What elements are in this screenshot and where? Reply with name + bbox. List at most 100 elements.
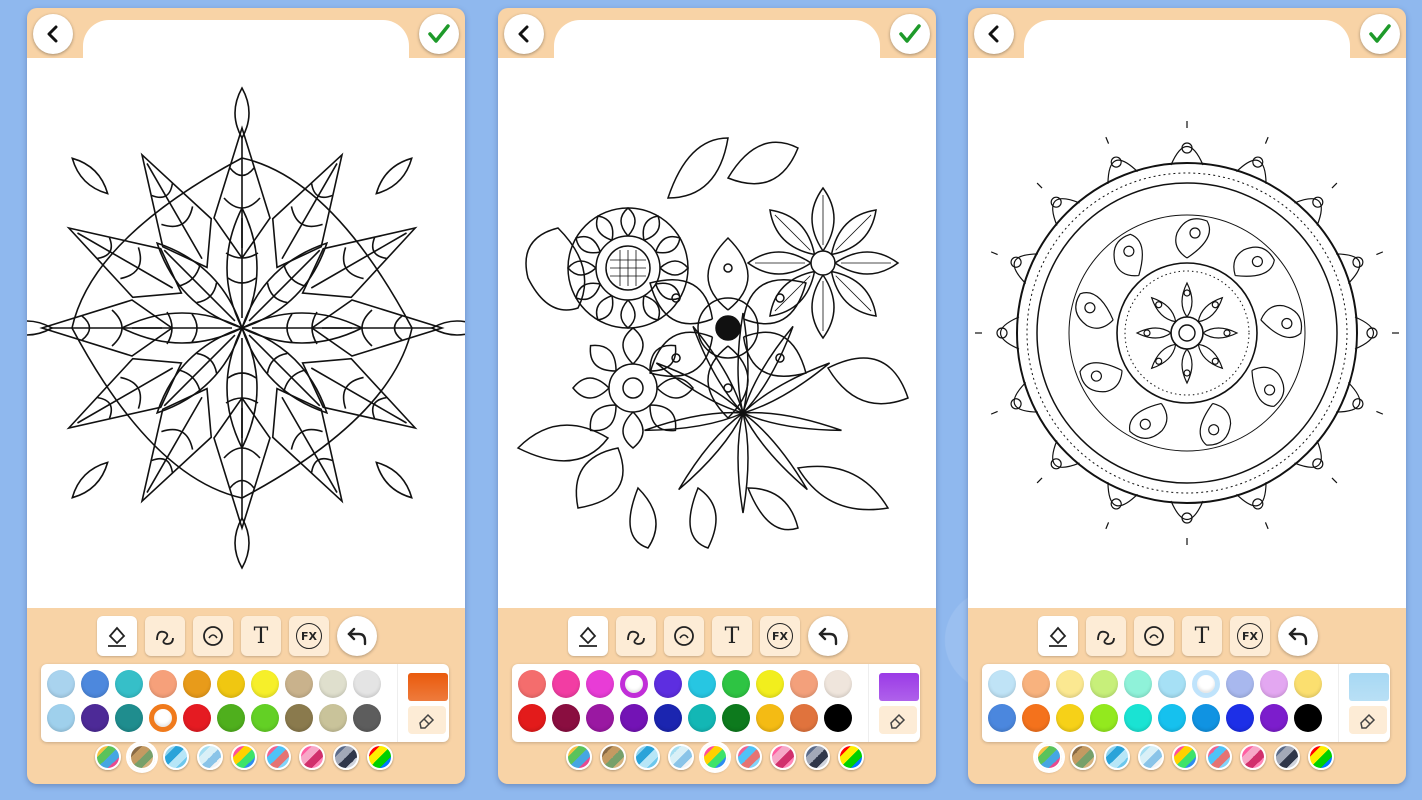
- color-swatch[interactable]: [1294, 670, 1322, 698]
- palette-tab[interactable]: [600, 744, 626, 770]
- palette-tab[interactable]: [1138, 744, 1164, 770]
- color-swatch[interactable]: [1124, 704, 1152, 732]
- color-swatch[interactable]: [1056, 704, 1084, 732]
- color-swatch[interactable]: [1192, 704, 1220, 732]
- color-swatch[interactable]: [756, 670, 784, 698]
- color-swatch[interactable]: [654, 704, 682, 732]
- color-swatch[interactable]: [149, 670, 177, 698]
- color-swatch[interactable]: [115, 670, 143, 698]
- back-button[interactable]: [504, 14, 544, 54]
- color-swatch[interactable]: [47, 670, 75, 698]
- color-swatch[interactable]: [722, 670, 750, 698]
- text-tool-button[interactable]: T: [712, 616, 752, 656]
- palette-tab[interactable]: [804, 744, 830, 770]
- color-swatch[interactable]: [149, 704, 177, 732]
- palette-tab[interactable]: [566, 744, 592, 770]
- flower-bouquet-artwork[interactable]: [498, 68, 936, 588]
- palette-tab[interactable]: [838, 744, 864, 770]
- color-swatch[interactable]: [988, 670, 1016, 698]
- fill-tool-button[interactable]: [1038, 616, 1078, 656]
- done-button[interactable]: [890, 14, 930, 54]
- text-tool-button[interactable]: T: [1182, 616, 1222, 656]
- color-swatch[interactable]: [824, 704, 852, 732]
- color-swatch[interactable]: [251, 704, 279, 732]
- color-swatch[interactable]: [552, 704, 580, 732]
- color-swatch[interactable]: [47, 704, 75, 732]
- palette-tab[interactable]: [197, 744, 223, 770]
- color-swatch[interactable]: [586, 704, 614, 732]
- eraser-button[interactable]: [879, 706, 917, 734]
- color-swatch[interactable]: [586, 670, 614, 698]
- color-swatch[interactable]: [319, 704, 347, 732]
- color-swatch[interactable]: [654, 670, 682, 698]
- undo-button[interactable]: [808, 616, 848, 656]
- fx-tool-button[interactable]: FX: [1230, 616, 1270, 656]
- color-swatch[interactable]: [251, 670, 279, 698]
- undo-button[interactable]: [337, 616, 377, 656]
- palette-tab[interactable]: [702, 744, 728, 770]
- color-swatch[interactable]: [1090, 670, 1118, 698]
- brush-tool-button[interactable]: [616, 616, 656, 656]
- color-swatch[interactable]: [217, 704, 245, 732]
- color-swatch[interactable]: [217, 670, 245, 698]
- color-swatch[interactable]: [1226, 670, 1254, 698]
- color-swatch[interactable]: [1260, 704, 1288, 732]
- mandala-round-artwork[interactable]: [968, 68, 1406, 588]
- sticker-tool-button[interactable]: [193, 616, 233, 656]
- color-swatch[interactable]: [115, 704, 143, 732]
- color-swatch[interactable]: [518, 704, 546, 732]
- palette-tab[interactable]: [231, 744, 257, 770]
- palette-tab[interactable]: [1172, 744, 1198, 770]
- back-button[interactable]: [33, 14, 73, 54]
- color-swatch[interactable]: [1022, 670, 1050, 698]
- color-swatch[interactable]: [790, 704, 818, 732]
- palette-tab[interactable]: [736, 744, 762, 770]
- color-swatch[interactable]: [1294, 704, 1322, 732]
- color-swatch[interactable]: [1124, 670, 1152, 698]
- color-swatch[interactable]: [518, 670, 546, 698]
- text-tool-button[interactable]: T: [241, 616, 281, 656]
- color-swatch[interactable]: [183, 670, 211, 698]
- palette-tab[interactable]: [634, 744, 660, 770]
- palette-tab[interactable]: [129, 744, 155, 770]
- fill-tool-button[interactable]: [97, 616, 137, 656]
- color-swatch[interactable]: [285, 670, 313, 698]
- color-swatch[interactable]: [1090, 704, 1118, 732]
- color-swatch[interactable]: [1022, 704, 1050, 732]
- palette-tab[interactable]: [1240, 744, 1266, 770]
- color-swatch[interactable]: [1056, 670, 1084, 698]
- color-swatch[interactable]: [620, 704, 648, 732]
- color-swatch[interactable]: [1158, 670, 1186, 698]
- color-swatch[interactable]: [722, 704, 750, 732]
- palette-tab[interactable]: [333, 744, 359, 770]
- color-swatch[interactable]: [353, 704, 381, 732]
- done-button[interactable]: [1360, 14, 1400, 54]
- color-swatch[interactable]: [688, 670, 716, 698]
- palette-tab[interactable]: [265, 744, 291, 770]
- color-swatch[interactable]: [81, 670, 109, 698]
- color-swatch[interactable]: [353, 670, 381, 698]
- color-swatch[interactable]: [285, 704, 313, 732]
- palette-tab[interactable]: [163, 744, 189, 770]
- color-swatch[interactable]: [620, 670, 648, 698]
- eraser-button[interactable]: [408, 706, 446, 734]
- fx-tool-button[interactable]: FX: [289, 616, 329, 656]
- palette-tab[interactable]: [770, 744, 796, 770]
- palette-tab[interactable]: [1104, 744, 1130, 770]
- color-swatch[interactable]: [824, 670, 852, 698]
- brush-tool-button[interactable]: [145, 616, 185, 656]
- palette-tab[interactable]: [1274, 744, 1300, 770]
- palette-tab[interactable]: [668, 744, 694, 770]
- palette-tab[interactable]: [367, 744, 393, 770]
- undo-button[interactable]: [1278, 616, 1318, 656]
- fill-tool-button[interactable]: [568, 616, 608, 656]
- color-swatch[interactable]: [1158, 704, 1186, 732]
- color-swatch[interactable]: [1226, 704, 1254, 732]
- sticker-tool-button[interactable]: [1134, 616, 1174, 656]
- palette-tab[interactable]: [1070, 744, 1096, 770]
- palette-tab[interactable]: [299, 744, 325, 770]
- color-swatch[interactable]: [756, 704, 784, 732]
- done-button[interactable]: [419, 14, 459, 54]
- palette-tab[interactable]: [95, 744, 121, 770]
- palette-tab[interactable]: [1308, 744, 1334, 770]
